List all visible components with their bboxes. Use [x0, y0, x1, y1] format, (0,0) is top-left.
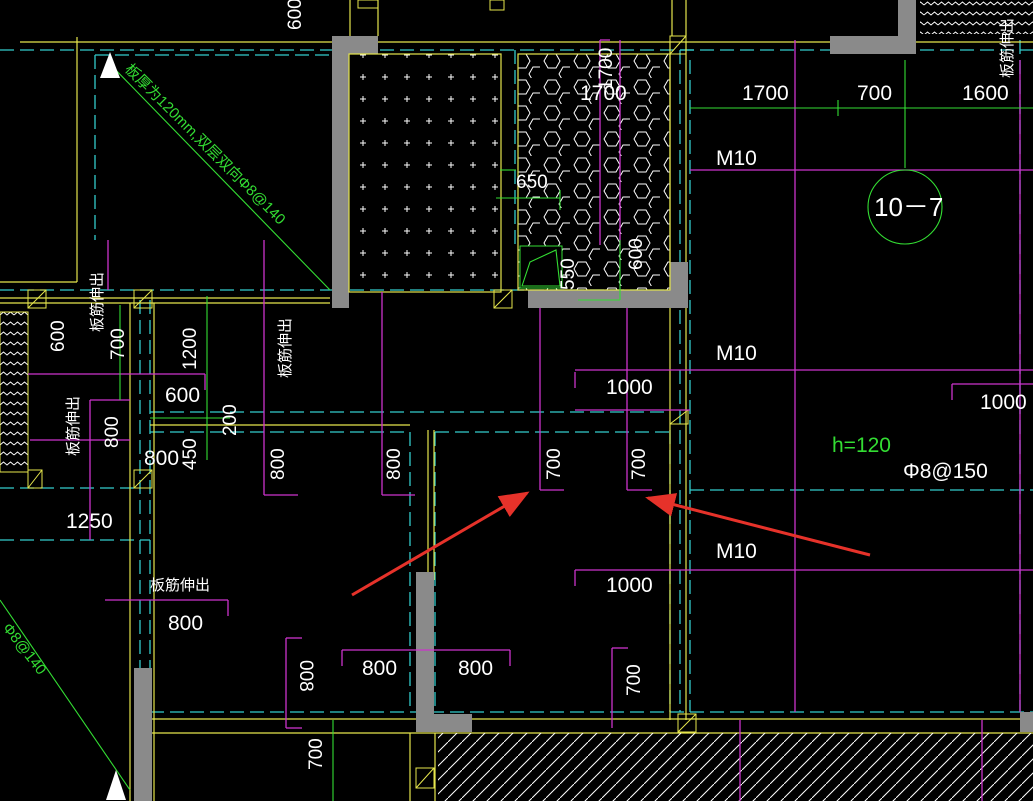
label-600-mid: 600 [165, 384, 200, 407]
label-800-e: 800 [458, 657, 493, 680]
label-1000-c: 1000 [606, 574, 653, 597]
circle-tag-label: 10－7 [874, 192, 943, 222]
arrow-left-pointer[interactable] [351, 491, 530, 597]
label-m10-1: M10 [716, 147, 757, 170]
label-700-b: 700 [629, 448, 650, 480]
hatch-areas [0, 0, 1033, 801]
arrow-right-pointer[interactable] [645, 493, 871, 557]
wall-lines [0, 0, 1033, 801]
label-800-rot: 008 [295, 660, 316, 692]
label-1700: 1700 [742, 82, 789, 105]
label-slab-thickness: h=120 [832, 434, 891, 457]
label-1200: 1200 [180, 328, 201, 370]
label-rebar-spec: Φ8@150 [903, 460, 988, 483]
note-slab-left: Φ8@140 [0, 620, 50, 678]
label-top-600: 600 [285, 0, 306, 30]
label-800-b: 800 [384, 448, 405, 480]
label-700-top: 700 [857, 82, 892, 105]
label-1600: 1600 [962, 82, 1009, 105]
label-600-left: 600 [48, 320, 69, 352]
note-slab-top: 板厚为120mm,双层双向Φ8@140 [121, 60, 289, 228]
floor-plan-drawing: 600 1700 1700 1700 700 1600 M10 M10 M10 … [0, 0, 1033, 801]
label-700-a: 700 [544, 448, 565, 480]
chinese-notes: 板筋伸出 板筋伸出 板筋伸出 板筋伸出 板筋伸出 板厚为120mm,双层双向Φ8… [0, 18, 1016, 678]
section-marker-top [100, 52, 120, 78]
note-extend-5: 板筋伸出 [998, 18, 1016, 78]
label-550: 550 [558, 258, 579, 290]
label-1250: 1250 [66, 510, 113, 533]
note-extend-1: 板筋伸出 [88, 272, 106, 332]
label-200: 200 [220, 404, 241, 436]
grid-lines [0, 40, 1033, 780]
label-800-left-mid: 800 [144, 447, 179, 470]
note-extend-4: 板筋伸出 [150, 576, 210, 594]
label-800-a: 800 [268, 448, 289, 480]
label-m10-2: M10 [716, 342, 757, 365]
label-1000-a: 1000 [606, 376, 653, 399]
label-800-d: 800 [362, 657, 397, 680]
label-700-c: 700 [624, 664, 645, 696]
section-marker-bottom [106, 770, 126, 800]
label-800-left: 800 [102, 416, 123, 448]
label-450: 450 [180, 438, 201, 470]
note-extend-3: 板筋伸出 [64, 396, 82, 456]
label-1600-vert: 1700 [596, 48, 617, 90]
label-700-left: 700 [108, 328, 129, 360]
label-700-d: 700 [306, 738, 327, 770]
label-800-c: 800 [168, 612, 203, 635]
label-1000-b: 1000 [980, 391, 1027, 414]
label-600-hatch: 600 [626, 238, 647, 270]
note-extend-2: 板筋伸出 [276, 318, 294, 378]
label-m10-3: M10 [716, 540, 757, 563]
label-650: 650 [516, 172, 548, 193]
